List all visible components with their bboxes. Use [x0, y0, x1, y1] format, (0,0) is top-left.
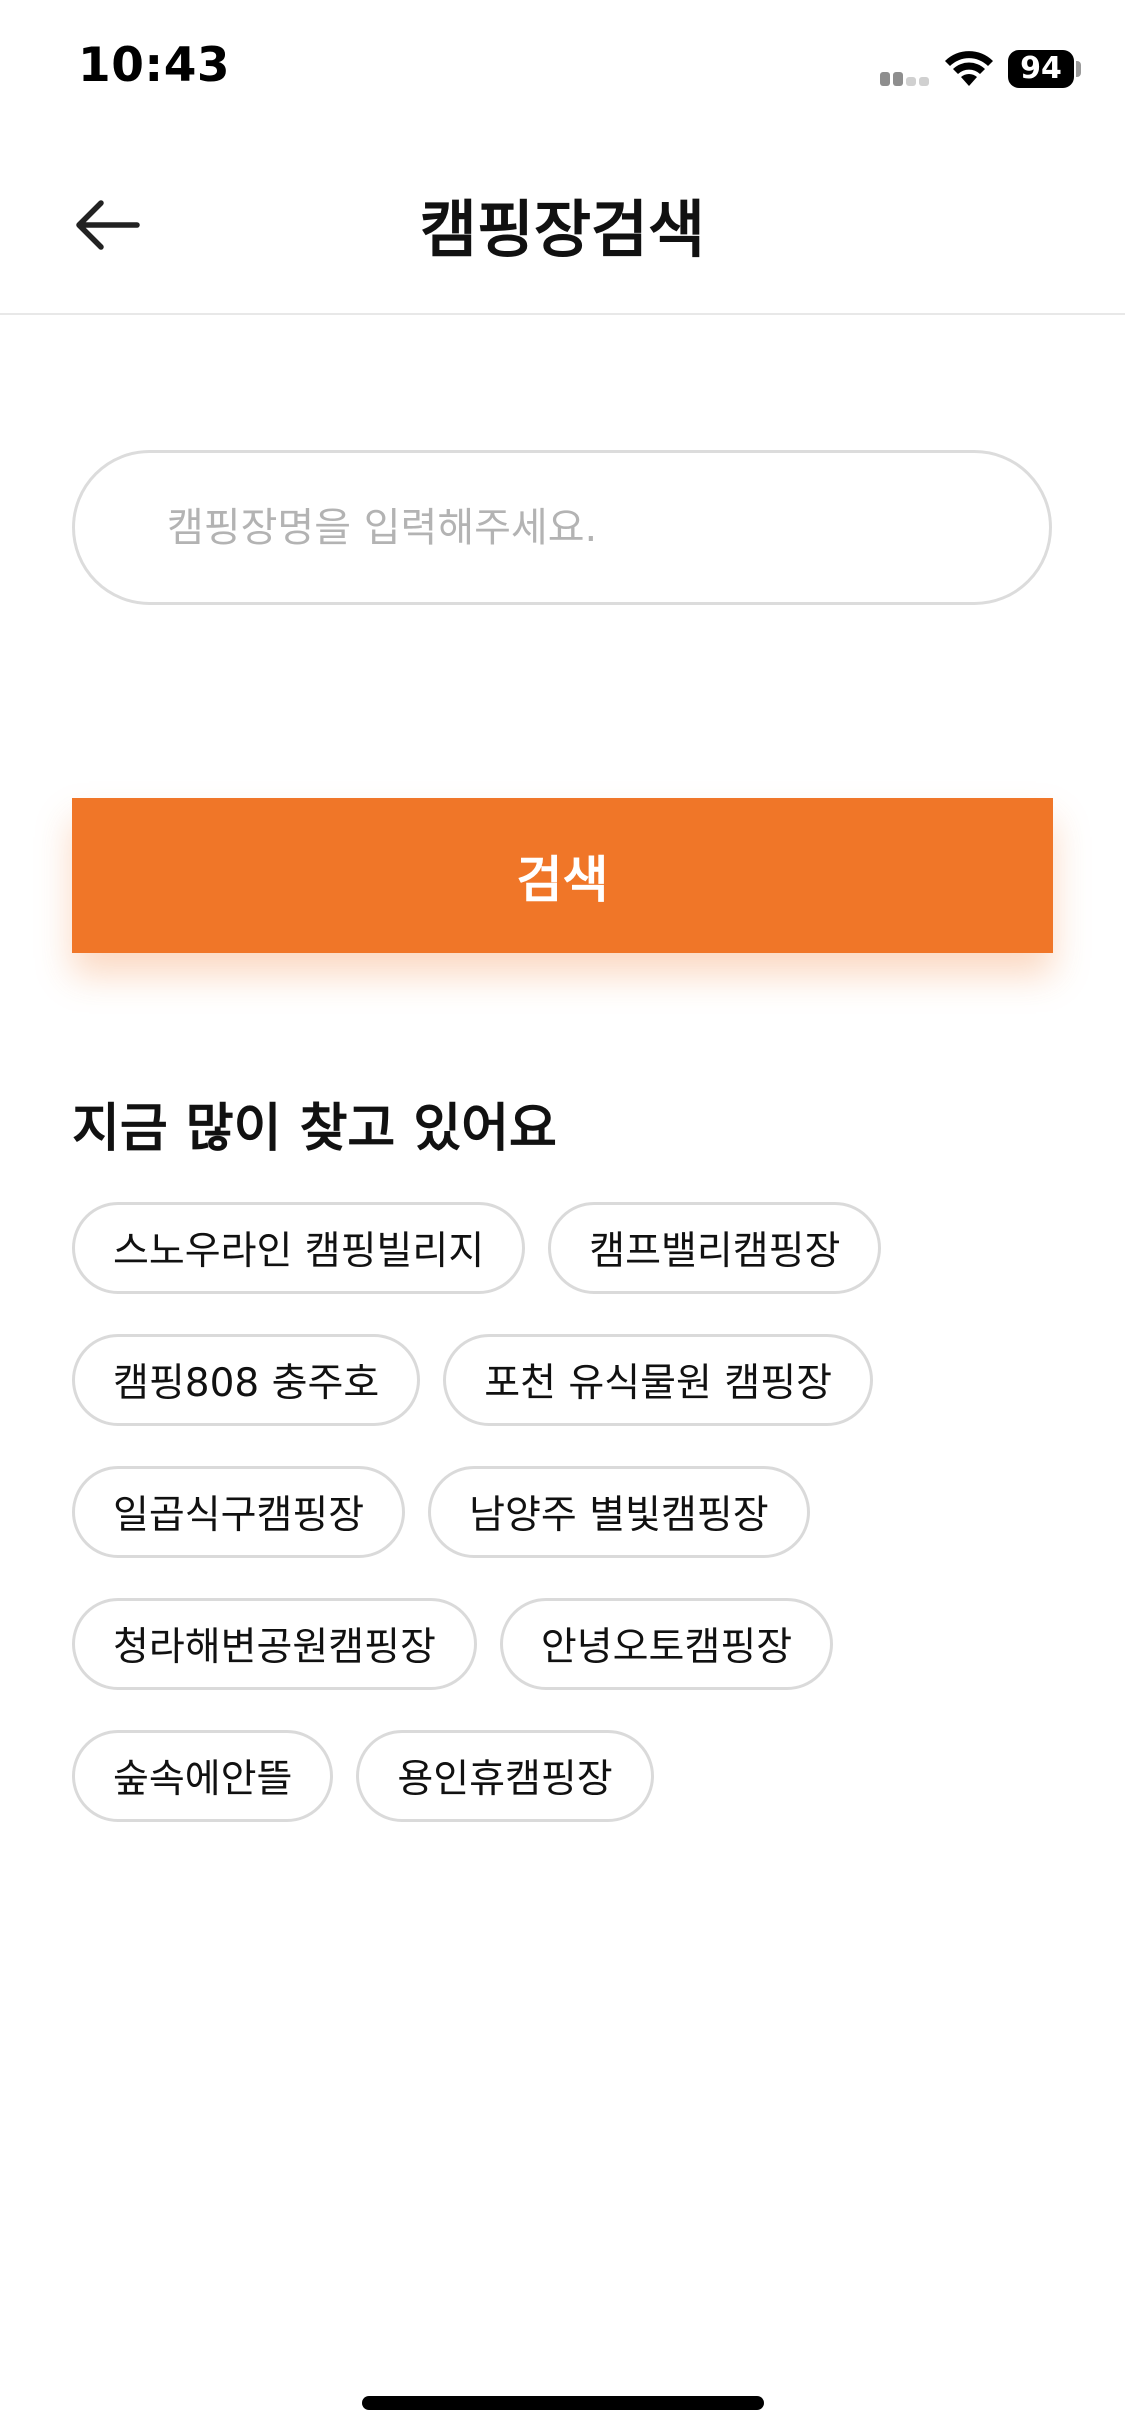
search-input[interactable] — [72, 450, 1052, 605]
header: 캠핑장검색 — [0, 135, 1125, 315]
popular-tag[interactable]: 안녕오토캠핑장 — [499, 1598, 834, 1690]
popular-tags: 스노우라인 캠핑빌리지 캠프밸리캠핑장 캠핑808 충주호 포천 유식물원 캠핑… — [72, 1202, 1052, 1822]
popular-tag[interactable]: 청라해변공원캠핑장 — [72, 1598, 477, 1690]
popular-tag[interactable]: 용인휴캠핑장 — [356, 1730, 654, 1822]
page-title: 캠핑장검색 — [419, 193, 706, 266]
popular-tag[interactable]: 포천 유식물원 캠핑장 — [443, 1334, 873, 1426]
status-time: 10:43 — [78, 38, 231, 93]
popular-section-title: 지금 많이 찾고 있어요 — [72, 1099, 557, 1159]
popular-tag[interactable]: 남양주 별빛캠핑장 — [428, 1466, 810, 1558]
status-bar: 10:43 94 — [0, 0, 1125, 135]
home-indicator[interactable] — [362, 2396, 764, 2410]
battery-cap — [1076, 61, 1081, 77]
popular-tag[interactable]: 캠프밸리캠핑장 — [548, 1202, 882, 1294]
battery-icon: 94 — [1008, 50, 1074, 88]
popular-tag[interactable]: 숲속에안뜰 — [72, 1730, 334, 1822]
search-button[interactable]: 검색 — [72, 798, 1053, 953]
popular-tag[interactable]: 스노우라인 캠핑빌리지 — [72, 1202, 526, 1294]
signal-icon — [880, 68, 936, 86]
wifi-icon — [944, 50, 994, 88]
popular-tag[interactable]: 일곱식구캠핑장 — [72, 1466, 406, 1558]
popular-tag[interactable]: 캠핑808 충주호 — [72, 1334, 421, 1426]
